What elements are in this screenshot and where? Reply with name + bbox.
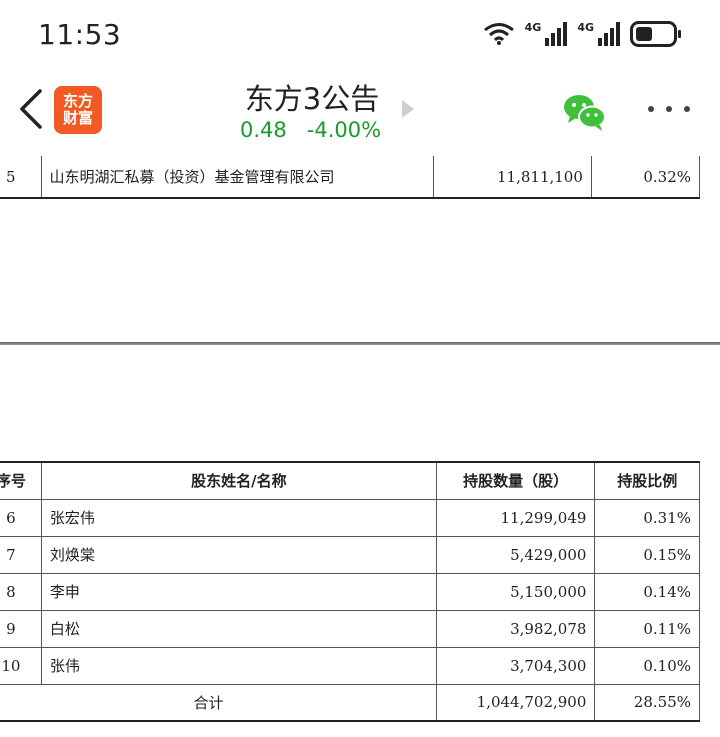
network-label-2: 4G [577, 21, 594, 34]
table-row: 7 刘焕棠 5,429,000 0.15% [0, 535, 700, 574]
cell-pct: 0.32% [590, 156, 701, 199]
table-row: 9 白松 3,982,078 0.11% [0, 609, 700, 648]
page-divider [0, 342, 720, 345]
shareholder-table-continued: 5 山东明湖汇私募（投资）基金管理有限公司 11,811,100 0.32% [0, 156, 701, 199]
header-name: 股东姓名/名称 [40, 461, 437, 500]
table-row: 5 山东明湖汇私募（投资）基金管理有限公司 11,811,100 0.32% [0, 156, 701, 199]
cell-name: 张伟 [40, 646, 437, 685]
table-header-row: 序号 股东姓名/名称 持股数量（股） 持股比例 [0, 461, 700, 500]
cell-name: 张宏伟 [40, 498, 437, 537]
signal-1: 4G [525, 22, 568, 46]
table-total-row: 合计 1,044,702,900 28.55% [0, 683, 700, 722]
battery-icon [630, 21, 681, 47]
stock-change: -4.00% [306, 118, 382, 142]
cell-seq: 7 [0, 535, 42, 574]
cell-name: 山东明湖汇私募（投资）基金管理有限公司 [40, 156, 435, 199]
header-shares: 持股数量（股） [435, 461, 596, 500]
stock-price: 0.48 [240, 118, 287, 142]
table-row: 8 李申 5,150,000 0.14% [0, 572, 700, 611]
page-title: 东方3公告 [244, 82, 380, 116]
cell-name: 白松 [40, 609, 437, 648]
cell-seq: 5 [0, 156, 42, 199]
cell-pct: 0.10% [594, 646, 700, 685]
wechat-icon[interactable] [562, 92, 608, 132]
price-quote: 0.48 -4.00% [240, 118, 381, 142]
nav-bar: 东方 财富 东方3公告 0.48 -4.00% [0, 68, 720, 156]
signal-icon [598, 22, 620, 46]
cell-shares: 11,811,100 [433, 156, 592, 199]
shareholder-table: 序号 股东姓名/名称 持股数量（股） 持股比例 6 张宏伟 11,299,049… [0, 461, 700, 722]
chevron-right-icon[interactable] [402, 100, 414, 118]
cell-seq: 6 [0, 498, 42, 537]
table-row: 10 张伟 3,704,300 0.10% [0, 646, 700, 685]
total-label: 合计 [0, 683, 437, 722]
header-pct: 持股比例 [594, 461, 700, 500]
more-options-icon[interactable] [648, 106, 690, 116]
signal-icon [545, 22, 568, 46]
cell-shares: 11,299,049 [435, 498, 596, 537]
cell-shares: 5,429,000 [435, 535, 596, 574]
status-icons: 4G 4G [483, 18, 682, 50]
table-row: 6 张宏伟 11,299,049 0.31% [0, 498, 700, 537]
cell-seq: 8 [0, 572, 42, 611]
total-shares: 1,044,702,900 [435, 683, 596, 722]
status-bar: 11:53 4G 4G [0, 0, 720, 68]
total-pct: 28.55% [594, 683, 700, 722]
cell-shares: 5,150,000 [435, 572, 596, 611]
wifi-icon [483, 23, 514, 45]
cell-seq: 10 [0, 646, 42, 685]
cell-shares: 3,704,300 [435, 646, 596, 685]
document-view[interactable]: 5 山东明湖汇私募（投资）基金管理有限公司 11,811,100 0.32% 序… [0, 156, 720, 737]
cell-shares: 3,982,078 [435, 609, 596, 648]
cell-pct: 0.31% [594, 498, 700, 537]
cell-pct: 0.14% [594, 572, 700, 611]
cell-pct: 0.15% [594, 535, 700, 574]
cell-pct: 0.11% [594, 609, 700, 648]
status-time: 11:53 [38, 18, 122, 51]
cell-name: 刘焕棠 [40, 535, 437, 574]
cell-name: 李申 [40, 572, 437, 611]
cell-seq: 9 [0, 609, 42, 648]
header-seq: 序号 [0, 461, 42, 500]
signal-2: 4G [577, 22, 620, 46]
network-label-1: 4G [524, 21, 542, 34]
